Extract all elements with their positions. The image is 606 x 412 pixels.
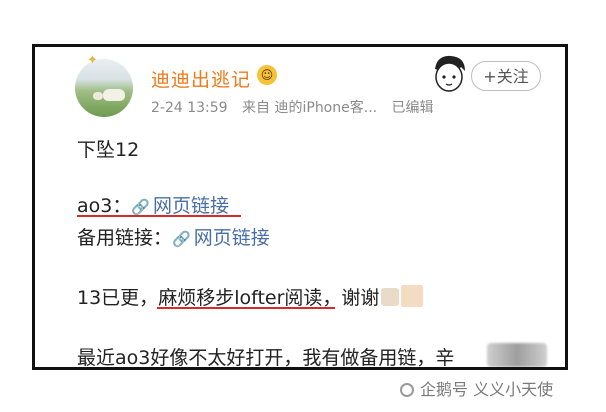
post-line-backup: 备用链接：🔗 网页链接 xyxy=(77,223,270,250)
post-source: 来自 迪的iPhone客... xyxy=(242,100,378,116)
edited-label[interactable]: 已编辑 xyxy=(392,100,434,116)
backup-web-link[interactable]: 🔗 网页链接 xyxy=(172,227,270,249)
thanks-text: ，谢谢 xyxy=(322,287,380,309)
praying-hands-icon xyxy=(381,288,400,306)
ao3-web-link[interactable]: 🔗 网页链接 xyxy=(131,195,229,217)
post-line-5: 最近ao3好像不太好打开，我有做备用链，辛 xyxy=(77,347,455,369)
avatar-sparkle-icon: ✦ xyxy=(87,53,98,68)
link-icon: 🔗 xyxy=(131,198,151,216)
avatar-sheep xyxy=(103,89,125,101)
ao3-label: ao3： xyxy=(77,195,132,217)
blurred-text xyxy=(487,343,547,367)
update-prefix: 13已更， xyxy=(77,287,159,309)
ao3-link-text: 网页链接 xyxy=(153,195,230,217)
lofter-red-underline xyxy=(157,307,335,309)
post-meta: 2-24 13:59 来自 迪的iPhone客... 已编辑 xyxy=(151,97,444,117)
link-icon: 🔗 xyxy=(172,230,191,248)
backup-link-text: 网页链接 xyxy=(193,227,270,249)
watermark: 企鹅号 义义小天使 xyxy=(400,376,553,400)
avatar-sheep-small xyxy=(93,92,103,100)
follow-button[interactable]: +关注 xyxy=(471,61,541,91)
weibo-post-card: ✦ 迪迪出逃记 ☺ 2-24 13:59 来自 迪的iPhone客... 已编辑… xyxy=(32,44,568,370)
post-timestamp: 2-24 13:59 xyxy=(151,100,228,116)
watermark-text: 企鹅号 义义小天使 xyxy=(420,380,554,399)
post-line-1: 下坠12 xyxy=(77,139,140,161)
post-line-update: 13已更，麻烦移步lofter阅读，谢谢 xyxy=(77,283,424,310)
lofter-highlight-text: 麻烦移步lofter阅读 xyxy=(158,287,323,309)
emoji-square-icon xyxy=(401,285,424,307)
user-avatar[interactable] xyxy=(75,59,133,117)
cartoon-boy-icon xyxy=(435,55,465,92)
username[interactable]: 迪迪出逃记 xyxy=(151,65,251,92)
penguin-logo-icon xyxy=(400,383,414,397)
ao3-red-underline xyxy=(77,215,241,217)
post-line-ao3: ao3：🔗 网页链接 xyxy=(77,191,229,218)
backup-label: 备用链接： xyxy=(77,227,173,249)
emoji-face-icon: ☺ xyxy=(257,65,277,85)
